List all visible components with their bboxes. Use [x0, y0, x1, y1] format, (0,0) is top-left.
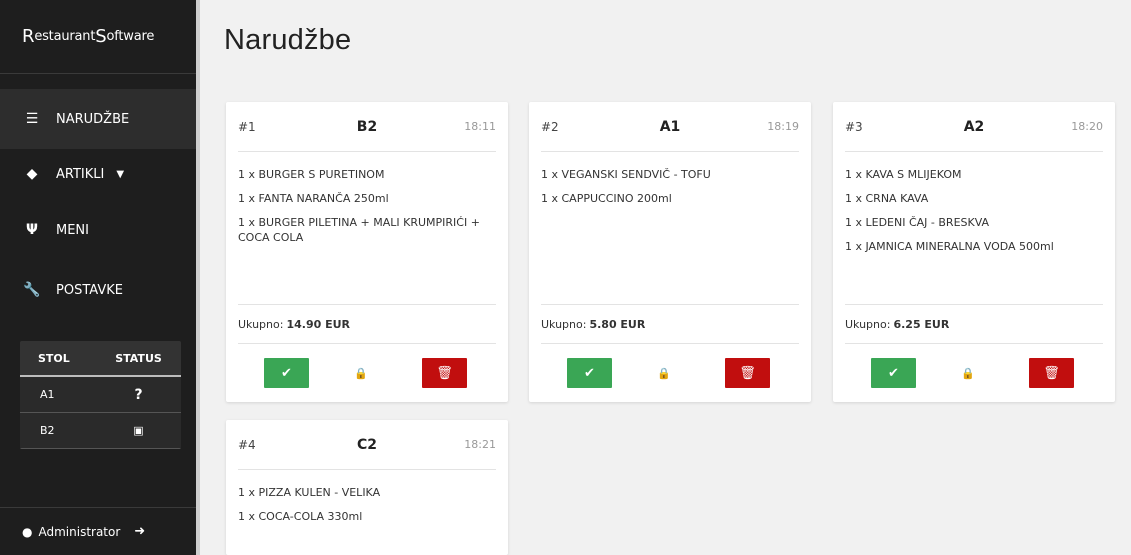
order-items: 1 x BURGER S PURETINOM 1 x FANTA NARANČA…: [226, 152, 508, 245]
brand-word-1: estaurant: [34, 29, 96, 44]
order-card-header: #4 C2 18:21: [238, 420, 496, 470]
total-value: 5.80 EUR: [589, 317, 646, 331]
list-item: 1 x CAPPUCCINO 200ml: [541, 192, 672, 205]
total-value: 14.90 EUR: [286, 317, 350, 331]
order-items: 1 x PIZZA KULEN - VELIKA 1 x COCA-COLA 3…: [226, 470, 508, 524]
order-total: Ukupno: 5.80 EUR: [541, 304, 799, 344]
order-table: A1: [659, 118, 681, 135]
nav-item-meni[interactable]: Ψ MENI: [0, 200, 196, 260]
user-name[interactable]: Administrator: [38, 525, 120, 539]
order-number: #3: [845, 119, 863, 134]
confirm-button[interactable]: ✔: [567, 358, 612, 388]
brand-letter-s: S: [95, 26, 107, 47]
confirm-button[interactable]: ✔: [264, 358, 309, 388]
utensils-icon: Ψ: [26, 222, 38, 238]
column-header-status: STATUS: [115, 351, 162, 365]
total-label: Ukupno:: [845, 317, 891, 331]
column-header-stol: STOL: [38, 351, 70, 365]
list-icon: ☰: [25, 111, 39, 127]
total-value: 6.25 EUR: [893, 317, 950, 331]
list-item: 1 x FANTA NARANČA 250ml: [238, 192, 389, 205]
brand-word-2: oftware: [106, 29, 155, 44]
list-item: 1 x COCA-COLA 330ml: [238, 510, 363, 523]
list-item: 1 x CRNA KAVA: [845, 192, 929, 205]
check-icon: ✔: [584, 365, 595, 381]
order-card-header: #3 A2 18:20: [845, 102, 1103, 152]
order-actions: ✔ 🔒 🗑: [226, 344, 508, 402]
list-item: 1 x BURGER S PURETINOM: [238, 168, 385, 181]
order-card-header: #2 A1 18:19: [541, 102, 799, 152]
list-item: 1 x LEDENI ČAJ - BRESKVA: [845, 216, 990, 229]
list-item: 1 x BURGER PILETINA + MALI KRUMPIRIĆI + …: [238, 216, 480, 244]
table-id: B2: [40, 424, 55, 437]
list-item: 1 x PIZZA KULEN - VELIKA: [238, 486, 381, 499]
order-table: B2: [356, 118, 378, 135]
user-icon: ●: [22, 524, 33, 539]
page-title: Narudžbe: [224, 24, 352, 56]
order-total: Ukupno: 6.25 EUR: [845, 304, 1103, 344]
order-number: #2: [541, 119, 559, 134]
question-icon: ?: [134, 386, 143, 403]
nav-item-label: MENI: [56, 222, 89, 238]
total-label: Ukupno:: [541, 317, 587, 331]
money-bill-icon: ▣: [133, 424, 144, 437]
table-row[interactable]: A1 ?: [20, 377, 181, 413]
total-label: Ukupno:: [238, 317, 284, 331]
brand-letter-r: R: [22, 26, 35, 47]
nav-item-label: NARUDŽBE: [56, 111, 130, 127]
order-table: C2: [356, 436, 377, 453]
order-time: 18:20: [1071, 120, 1103, 133]
nav-item-label: ARTIKLI: [56, 166, 105, 182]
sidebar-divider: [196, 0, 200, 555]
order-table: A2: [963, 118, 985, 135]
list-item: 1 x VEGANSKI SENDVIČ - TOFU: [541, 168, 711, 181]
nav-item-postavke[interactable]: 🔧 POSTAVKE: [0, 260, 196, 320]
table-row[interactable]: B2 ▣: [20, 413, 181, 449]
order-number: #4: [238, 437, 256, 452]
lock-icon[interactable]: 🔒: [656, 367, 672, 380]
check-icon: ✔: [281, 365, 292, 381]
check-icon: ✔: [888, 365, 899, 381]
delete-button[interactable]: 🗑: [422, 358, 467, 388]
delete-button[interactable]: 🗑: [725, 358, 770, 388]
order-items: 1 x VEGANSKI SENDVIČ - TOFU 1 x CAPPUCCI…: [529, 152, 811, 206]
order-total: Ukupno: 14.90 EUR: [238, 304, 496, 344]
caret-down-icon: ▼: [116, 168, 125, 180]
trash-icon: 🗑: [739, 365, 756, 381]
order-card: #4 C2 18:21 1 x PIZZA KULEN - VELIKA 1 x…: [226, 420, 508, 555]
user-bar: ● Administrator ➜: [0, 507, 196, 555]
nav-item-label: POSTAVKE: [56, 282, 123, 298]
confirm-button[interactable]: ✔: [871, 358, 916, 388]
status-table-header: STOL STATUS: [20, 341, 181, 377]
order-number: #1: [238, 119, 256, 134]
tags-icon: ◆: [26, 166, 38, 182]
lock-icon[interactable]: 🔒: [960, 367, 976, 380]
trash-icon: 🗑: [436, 365, 453, 381]
wrench-icon: 🔧: [23, 282, 41, 298]
lock-icon[interactable]: 🔒: [353, 367, 369, 380]
list-item: 1 x KAVA S MLIJEKOM: [845, 168, 962, 181]
sidebar: Restaurant Software ☰ NARUDŽBE ◆ ARTIKLI…: [0, 0, 200, 555]
order-card-header: #1 B2 18:11: [238, 102, 496, 152]
nav-item-artikli[interactable]: ◆ ARTIKLI ▼: [0, 144, 196, 204]
order-time: 18:19: [767, 120, 799, 133]
brand-logo[interactable]: Restaurant Software: [0, 0, 196, 74]
order-time: 18:11: [464, 120, 496, 133]
table-status-panel: STOL STATUS A1 ? B2 ▣: [20, 341, 181, 449]
order-actions: ✔ 🔒 🗑: [529, 344, 811, 402]
order-time: 18:21: [464, 438, 496, 451]
table-id: A1: [40, 388, 55, 401]
order-card: #1 B2 18:11 1 x BURGER S PURETINOM 1 x F…: [226, 102, 508, 402]
sign-out-icon[interactable]: ➜: [134, 524, 145, 539]
trash-icon: 🗑: [1043, 365, 1060, 381]
order-card: #3 A2 18:20 1 x KAVA S MLIJEKOM 1 x CRNA…: [833, 102, 1115, 402]
nav-item-narudzbe[interactable]: ☰ NARUDŽBE: [0, 89, 196, 149]
delete-button[interactable]: 🗑: [1029, 358, 1074, 388]
order-actions: ✔ 🔒 🗑: [833, 344, 1115, 402]
order-items: 1 x KAVA S MLIJEKOM 1 x CRNA KAVA 1 x LE…: [833, 152, 1115, 254]
list-item: 1 x JAMNICA MINERALNA VODA 500ml: [845, 240, 1054, 253]
order-card: #2 A1 18:19 1 x VEGANSKI SENDVIČ - TOFU …: [529, 102, 811, 402]
